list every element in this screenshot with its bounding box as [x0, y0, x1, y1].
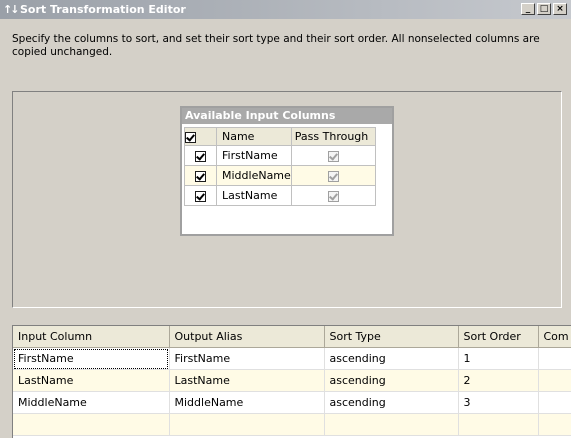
available-input-columns-panel[interactable]: Available Input Columns Name Pass Throug…: [180, 106, 394, 236]
comparison-flags-header[interactable]: Com: [538, 326, 571, 348]
title-bar: ↑↓ Sort Transformation Editor _ □ ×: [0, 0, 571, 19]
comparison-flags-cell[interactable]: [538, 347, 571, 370]
window-title: Sort Transformation Editor: [20, 3, 186, 16]
pass-through-checkbox: [327, 190, 339, 202]
pass-through-checkbox: [327, 170, 339, 182]
name-header: Name: [216, 127, 292, 146]
available-columns-title: Available Input Columns: [182, 108, 392, 124]
comparison-flags-cell[interactable]: [538, 391, 571, 414]
input-column-header[interactable]: Input Column: [13, 326, 170, 348]
maximize-button[interactable]: □: [537, 3, 551, 15]
column-name: MiddleName: [216, 165, 292, 186]
input-column-cell[interactable]: [13, 413, 170, 436]
minimize-button[interactable]: _: [521, 3, 535, 15]
pass-through-checkbox: [327, 150, 339, 162]
sort-columns-grid[interactable]: Input Column Output Alias Sort Type Sort…: [12, 325, 571, 438]
sort-grid-table: Input Column Output Alias Sort Type Sort…: [13, 326, 571, 436]
column-checkbox-middlename[interactable]: [195, 170, 206, 182]
select-all-checkbox-cell[interactable]: [184, 127, 217, 146]
sort-icon: ↑↓: [3, 3, 19, 16]
output-alias-cell[interactable]: MiddleName: [169, 391, 325, 414]
sort-order-header[interactable]: Sort Order: [458, 326, 539, 348]
new-row[interactable]: [13, 413, 571, 436]
comparison-flags-cell[interactable]: [538, 413, 571, 436]
description-text: Specify the columns to sort, and set the…: [12, 33, 540, 58]
column-name: LastName: [216, 185, 292, 206]
comparison-flags-cell[interactable]: [538, 369, 571, 392]
table-row: LastName LastName ascending 2: [13, 369, 571, 392]
column-checkbox-firstname[interactable]: [195, 150, 206, 162]
sort-order-cell[interactable]: 1: [458, 347, 539, 370]
sort-type-cell[interactable]: [324, 413, 459, 436]
close-button[interactable]: ×: [553, 3, 567, 15]
output-alias-cell[interactable]: FirstName: [169, 347, 325, 370]
sort-type-cell[interactable]: ascending: [324, 369, 459, 392]
input-column-cell[interactable]: MiddleName: [13, 391, 170, 414]
sort-order-cell[interactable]: [458, 413, 539, 436]
output-alias-cell[interactable]: LastName: [169, 369, 325, 392]
available-columns-table: Name Pass Through FirstName MiddleName L…: [184, 127, 376, 206]
output-alias-cell[interactable]: [169, 413, 325, 436]
sort-type-cell[interactable]: ascending: [324, 347, 459, 370]
pass-through-header: Pass Through: [290, 127, 376, 146]
table-row: FirstName FirstName ascending 1: [13, 347, 571, 370]
sort-order-cell[interactable]: 2: [458, 369, 539, 392]
column-name: FirstName: [216, 145, 292, 166]
table-row: MiddleName MiddleName ascending 3: [13, 391, 571, 414]
column-checkbox-lastname[interactable]: [195, 190, 206, 202]
sort-type-header[interactable]: Sort Type: [324, 326, 459, 348]
output-alias-header[interactable]: Output Alias: [169, 326, 325, 348]
select-all-checkbox[interactable]: [185, 131, 196, 143]
input-column-cell[interactable]: LastName: [13, 369, 170, 392]
sort-order-cell[interactable]: 3: [458, 391, 539, 414]
sort-type-cell[interactable]: ascending: [324, 391, 459, 414]
input-column-cell[interactable]: FirstName: [13, 347, 170, 370]
